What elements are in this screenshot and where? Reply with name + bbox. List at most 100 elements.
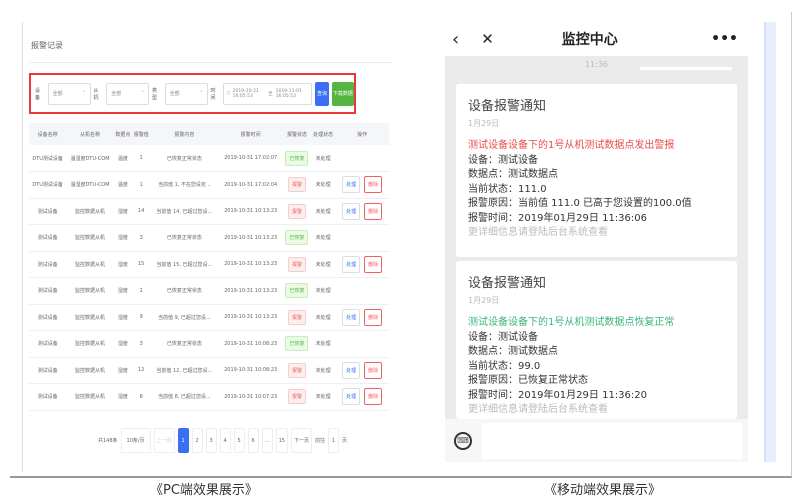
cell-slave: 温湿度DTU-COM [66, 171, 114, 199]
filter-label: 设备 [35, 87, 41, 101]
date-separator: 至 [268, 91, 273, 97]
column-header: 从机名称 [66, 123, 114, 145]
page-button[interactable]: 5 [233, 428, 245, 453]
cell-time: 2019-10-31 10:13:23 [218, 251, 283, 278]
cell-point: 湿度 [113, 198, 133, 225]
cell-content: 已恢复正常状态 [150, 330, 219, 358]
card-line: 当前状态：111.0 [468, 183, 547, 195]
message-input[interactable] [482, 422, 742, 459]
close-icon[interactable]: ✕ [481, 30, 494, 48]
pagination: 共148条 10条/页 上一页 1 2 3 4 5 6... 15 下一页 前往 1 页 [98, 428, 347, 453]
cell-value: 1 [132, 171, 151, 199]
slave-select[interactable]: 全部 ˅ [106, 82, 149, 105]
divider [29, 62, 392, 63]
handle-button[interactable]: 处理 [342, 308, 361, 326]
prev-page-button[interactable]: 上一页 [153, 428, 175, 453]
cell-content: 当前值 15, 已超过您设... [150, 251, 219, 278]
card-line: 报警原因：当前值 111.0 已高于您设置的100.0值 [468, 198, 692, 209]
select-value: 全部 [111, 91, 122, 97]
handle-button[interactable]: 处理 [342, 202, 361, 220]
cell-device: DTU测试设备 [29, 145, 67, 172]
page-size-value: 10条/页 [126, 438, 145, 444]
page-button[interactable]: 6 [247, 428, 259, 453]
cell-time: 2019-10-31 10:13:23 [218, 277, 283, 305]
notification-card: 设备报警通知 1月29日 测试设备设备下的1号从机测试数据点恢复正常 设备：测试设备数… [456, 261, 737, 419]
goto-page-input[interactable]: 1 [327, 428, 339, 453]
cell-slave: 监控数据从机 [66, 251, 114, 278]
cell-value: 15 [132, 251, 151, 278]
column-header: 报警状态 [282, 123, 311, 145]
device-select[interactable]: 全部 ˅ [47, 82, 91, 105]
delete-button[interactable]: 删除 [364, 176, 383, 194]
cell-value: 3 [132, 330, 151, 358]
card-more-info[interactable]: 更详细信息请登陆后台系统查看 [468, 403, 725, 418]
goto-unit: 页 [341, 438, 347, 444]
card-date: 1月29日 [468, 295, 500, 305]
cell-time: 2019-10-31 10:13:23 [218, 224, 283, 252]
card-line: 当前状态：99.0 [468, 360, 541, 372]
status-badge: 已恢复 [285, 283, 309, 299]
delete-button[interactable]: 删除 [364, 308, 383, 326]
table-row: 测试设备 监控数据从机 湿度 9 当前值 9, 已超过您设... 2019-10-31 1… [29, 304, 389, 331]
delete-button[interactable]: 删除 [364, 202, 383, 220]
cell-slave: 监控数据从机 [66, 198, 114, 225]
page-button[interactable]: 15 [275, 428, 288, 453]
handle-button[interactable]: 处理 [342, 255, 361, 273]
cell-status: 已恢复 [282, 224, 311, 252]
table-row: 测试设备 监控数据从机 湿度 14 当前值 14, 已超过您设... 2019-10-31… [29, 198, 389, 225]
cell-status: 报警 [282, 251, 311, 278]
status-badge: 已恢复 [285, 336, 309, 352]
cell-handle: 未处理 [310, 357, 336, 384]
status-badge: 报警 [287, 389, 306, 405]
handle-button[interactable]: 处理 [342, 176, 361, 194]
cell-value: 3 [132, 224, 151, 252]
page-button[interactable]: 1 [177, 428, 189, 453]
keyboard-icon[interactable]: ⌨ [454, 431, 472, 450]
card-line: 数据点：测试数据点 [468, 169, 558, 180]
mobile-panel: ‹ ✕ 监控中心 ••• 11:36 设备报警通知 1月29日 测试设备设备下的1号… [445, 22, 748, 462]
status-badge: 已恢复 [285, 230, 309, 246]
table-row: 测试设备 监控数据从机 湿度 15 当前值 15, 已超过您设... 2019-10-31… [29, 251, 389, 278]
card-headline: 测试设备设备下的1号从机测试数据点恢复正常 [468, 317, 675, 328]
handle-button[interactable]: 处理 [342, 388, 361, 406]
download-button[interactable]: 下载数据 [331, 81, 354, 106]
date-range-picker[interactable]: ▯ 2019-10-21 16:05:53 至 2019-11-01 16:05… [223, 82, 313, 105]
cell-time: 2019-10-31 10:08:23 [218, 330, 283, 358]
cell-point: 湿度 [113, 383, 133, 411]
delete-button[interactable]: 删除 [364, 361, 383, 379]
page-button[interactable]: ... [261, 428, 273, 453]
more-icon[interactable]: ••• [711, 31, 738, 47]
card-more-info[interactable]: 更详细信息请登陆后台系统查看 [468, 226, 725, 241]
query-button[interactable]: 查询 [315, 81, 329, 106]
cell-content: 当前值 9, 已超过您设... [150, 304, 219, 331]
cell-value: 1 [132, 145, 151, 172]
page-button[interactable]: 4 [219, 428, 231, 453]
total-count: 共148条 [98, 438, 118, 444]
delete-button[interactable]: 删除 [364, 388, 383, 406]
cell-status: 已恢复 [282, 330, 311, 358]
page-size-select[interactable]: 10条/页 [120, 428, 151, 453]
next-page-button[interactable]: 下一页 [290, 428, 312, 453]
cell-status: 已恢复 [282, 277, 311, 305]
status-badge: 已恢复 [285, 150, 309, 166]
cell-status: 报警 [282, 198, 311, 225]
page-button[interactable]: 3 [205, 428, 217, 453]
delete-button[interactable]: 删除 [364, 255, 383, 273]
cell-point: 湿度 [113, 251, 133, 278]
table-row: 测试设备 监控数据从机 湿度 12 当前值 12, 已超过您设... 2019-10-31… [29, 357, 389, 384]
cell-point: 湿度 [113, 330, 133, 358]
cell-handle: 未处理 [310, 145, 336, 172]
back-icon[interactable]: ‹ [452, 29, 459, 50]
cell-actions: 处理 删除 [335, 304, 389, 331]
cell-handle: 未处理 [310, 198, 336, 225]
cell-point: 湿度 [113, 304, 133, 331]
cell-actions: 处理 删除 [335, 357, 389, 384]
column-header: 设备名称 [29, 123, 67, 145]
alarm-table: 设备名称 从机名称 数据点 报警值 报警内容 报警时间 报警状态 处理状态 操作 DTU测试设备… [29, 123, 389, 411]
page-button[interactable]: 2 [191, 428, 203, 453]
cell-handle: 未处理 [310, 277, 336, 305]
cell-slave: 监控数据从机 [66, 357, 114, 384]
type-select[interactable]: 全部 ˅ [164, 82, 208, 105]
table-row: DTU测试设备 温湿度DTU-COM 温度 1 当前值 1, 不在您设定... 2019-… [29, 171, 389, 199]
handle-button[interactable]: 处理 [342, 361, 361, 379]
